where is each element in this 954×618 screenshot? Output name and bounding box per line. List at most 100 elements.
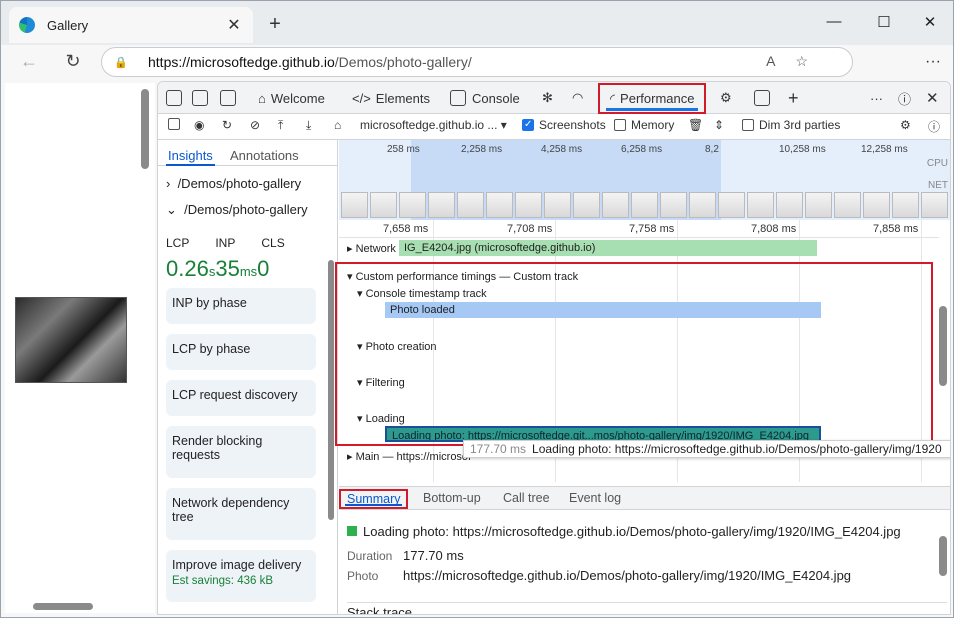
cpu-label: CPU: [926, 158, 948, 169]
network-track-label[interactable]: ▸ Network: [347, 242, 396, 255]
tab-event-log[interactable]: Event log: [569, 491, 621, 505]
bar-tooltip: 177.70 ms Loading photo: https://microsof…: [463, 440, 950, 458]
clear-icon[interactable]: ⊘: [250, 118, 260, 132]
origin-select[interactable]: microsoftedge.github.io ... ▾: [360, 118, 507, 132]
bug-icon[interactable]: ✻: [542, 82, 553, 114]
insight-card[interactable]: Render blocking requests: [166, 426, 316, 478]
memory-checkbox[interactable]: Memory: [614, 118, 674, 132]
ruler-tick: 7,858 ms: [873, 223, 919, 235]
address-bar[interactable]: 🔒 https://microsoftedge.github.io/Demos/…: [101, 47, 853, 77]
tab-bottom-up[interactable]: Bottom-up: [423, 491, 481, 505]
savings-text: Est savings: 436 kB: [172, 575, 273, 587]
more-options-icon[interactable]: ···: [870, 82, 883, 114]
reload-record-icon[interactable]: ↻: [222, 118, 232, 132]
performance-toolbar: ◉ ↻ ⊘ ⤒ ⤓ ⌂ microsoftedge.github.io ... …: [158, 114, 950, 140]
record-icon[interactable]: ◉: [194, 118, 204, 132]
ruler-tick: 7,658 ms: [383, 223, 429, 235]
overview-pane[interactable]: 258 ms 2,258 ms 4,258 ms 6,258 ms 8,2 10…: [339, 140, 950, 220]
cls-value: 0: [257, 256, 270, 281]
time-ruler: 7,658 ms 7,708 ms 7,758 ms 7,808 ms 7,85…: [339, 220, 939, 238]
network-request-bar[interactable]: IG_E4204.jpg (microsoftedge.github.io): [399, 240, 817, 256]
tab-annotations[interactable]: Annotations: [230, 148, 299, 163]
gauge-icon: ◜: [610, 90, 616, 106]
download-icon[interactable]: ⤓: [306, 118, 311, 133]
insight-card[interactable]: Network dependency tree: [166, 488, 316, 540]
dim-3rd-parties-checkbox[interactable]: Dim 3rd parties: [742, 118, 840, 132]
custom-track-label[interactable]: ▾ Custom performance timings — Custom tr…: [347, 270, 578, 283]
refresh-icon[interactable]: ↻: [61, 51, 85, 72]
url-text: https://microsoftedge.github.io/Demos/ph…: [148, 54, 472, 70]
overview-tick: 258 ms: [387, 144, 420, 155]
photo-loaded-bar[interactable]: Photo loaded: [385, 302, 821, 318]
close-tab-icon[interactable]: ✕: [225, 15, 243, 35]
category-swatch: [347, 526, 357, 536]
browser-window: Gallery ✕ + — ☐ ✕ ← ↻ 🔒 https://microsof…: [0, 0, 954, 618]
insight-card[interactable]: LCP by phase: [166, 334, 316, 370]
overview-tick: 6,258 ms: [621, 144, 663, 155]
minimize-button[interactable]: —: [819, 13, 849, 30]
maximize-button[interactable]: ☐: [869, 13, 899, 31]
chip-icon[interactable]: ⚙: [720, 82, 732, 114]
tab-welcome[interactable]: ⌂ Welcome: [258, 82, 325, 114]
upload-icon[interactable]: ⤒: [278, 118, 283, 133]
filtering-track[interactable]: ▾ Filtering: [357, 376, 405, 389]
summary-scrollbar[interactable]: [939, 536, 947, 576]
wifi-icon[interactable]: ◠: [572, 82, 583, 114]
settings-icon[interactable]: ⚙: [900, 118, 911, 132]
page-scrollbar[interactable]: [141, 89, 149, 169]
track-config-icon[interactable]: ⇕: [714, 118, 724, 132]
gallery-photo[interactable]: [15, 297, 127, 383]
code-icon: </>: [352, 90, 371, 106]
back-icon[interactable]: ←: [17, 51, 41, 72]
insight-group-1[interactable]: › /Demos/photo-gallery: [166, 176, 301, 191]
insight-group-2[interactable]: ⌄ /Demos/photo-gallery: [166, 202, 308, 218]
overview-tick: 4,258 ms: [541, 144, 583, 155]
insight-card[interactable]: LCP request discovery: [166, 380, 316, 416]
insight-card-image-delivery[interactable]: Improve image delivery Est savings: 436 k…: [166, 550, 316, 602]
close-devtools-icon[interactable]: ✕: [926, 82, 939, 114]
photo-creation-track[interactable]: ▾ Photo creation: [357, 340, 437, 353]
stack-trace-heading[interactable]: Stack trace: [347, 602, 947, 614]
page-h-scrollbar[interactable]: [33, 603, 93, 610]
ruler-tick: 7,708 ms: [507, 223, 553, 235]
insights-sidebar: Insights Annotations › /Demos/photo-gall…: [158, 140, 338, 614]
application-icon[interactable]: [754, 82, 776, 114]
console-track-label[interactable]: ▾ Console timestamp track: [357, 287, 487, 300]
dock-icon[interactable]: [220, 82, 242, 114]
close-window-button[interactable]: ✕: [915, 13, 945, 31]
sidebar-toggle-icon[interactable]: [168, 118, 185, 130]
loading-track[interactable]: ▾ Loading: [357, 412, 405, 425]
inp-value: 35: [215, 256, 240, 281]
insight-card[interactable]: INP by phase: [166, 288, 316, 324]
overview-tick: 10,258 ms: [779, 144, 826, 155]
more-icon[interactable]: ···: [925, 53, 941, 71]
cls-label: CLS: [261, 236, 285, 250]
overview-tick: 2,258 ms: [461, 144, 503, 155]
timeline-scrollbar[interactable]: [939, 306, 947, 386]
tab-summary[interactable]: Summary: [339, 489, 409, 509]
more-tools-icon[interactable]: +: [788, 82, 799, 114]
summary-title: Loading photo: https://microsoftedge.git…: [347, 524, 901, 539]
read-aloud-and-favorite-icons[interactable]: A☆: [766, 53, 828, 70]
help-icon[interactable]: ⓘ: [898, 82, 911, 114]
home-icon[interactable]: ⌂: [334, 118, 341, 132]
tab-insights[interactable]: Insights: [166, 148, 215, 166]
edge-icon: [19, 17, 35, 33]
trash-icon[interactable]: 🗑: [688, 118, 703, 132]
inspect-icon[interactable]: [166, 82, 188, 114]
devtools-tabs: ⌂ Welcome </> Elements Console ✻ ◠ ◜ Perfor…: [158, 82, 950, 114]
tab-console[interactable]: Console: [450, 82, 520, 114]
tab-call-tree[interactable]: Call tree: [503, 491, 550, 505]
tab-elements[interactable]: </> Elements: [352, 82, 430, 114]
new-tab-button[interactable]: +: [265, 13, 285, 36]
tab-title: Gallery: [47, 17, 89, 33]
tab-performance[interactable]: ◜ Performance: [598, 83, 707, 114]
screenshot-strip[interactable]: [339, 190, 950, 220]
help-icon[interactable]: ⓘ: [928, 118, 940, 135]
screenshots-checkbox[interactable]: Screenshots: [522, 118, 606, 132]
sidebar-scrollbar[interactable]: [328, 260, 334, 520]
browser-tab[interactable]: Gallery ✕: [9, 7, 253, 43]
main-track-label[interactable]: ▸ Main — https://microsof: [347, 450, 471, 463]
summary-photo: Photo https://microsoftedge.github.io/Dem…: [347, 568, 852, 583]
device-icon[interactable]: [192, 82, 214, 114]
